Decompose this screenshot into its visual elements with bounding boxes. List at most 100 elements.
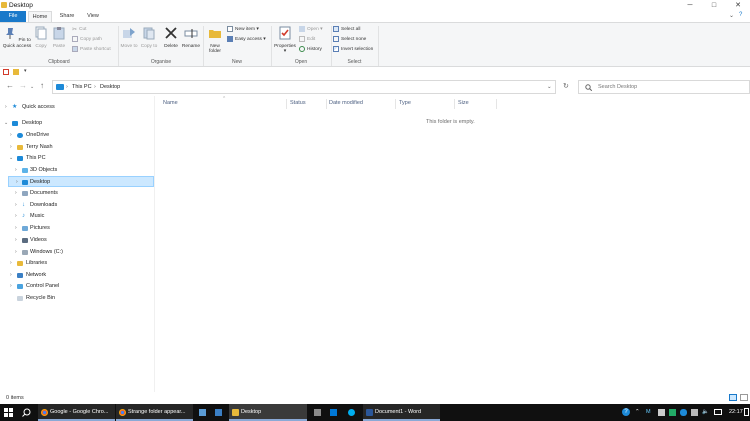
- column-header-name[interactable]: Name: [163, 100, 178, 106]
- nav-item-user[interactable]: › Terry Nash: [0, 142, 155, 153]
- skype-icon[interactable]: [348, 409, 355, 416]
- column-header-date-modified[interactable]: Date modified: [329, 100, 363, 106]
- up-arrow-icon[interactable]: ↑: [40, 81, 44, 90]
- copy-button[interactable]: Copy: [34, 26, 48, 49]
- recent-locations-chevron-icon[interactable]: ⌄: [30, 84, 34, 90]
- large-icons-view-icon[interactable]: [740, 394, 748, 401]
- tab-view[interactable]: View: [82, 11, 104, 22]
- nav-item-videos[interactable]: › Videos: [0, 235, 155, 246]
- move-to-button[interactable]: Move to: [120, 26, 138, 49]
- copy-path-button[interactable]: Copy path: [72, 35, 102, 44]
- keyboard-icon[interactable]: [714, 409, 722, 415]
- chevron-right-icon[interactable]: ›: [10, 281, 12, 292]
- chevron-right-icon[interactable]: ›: [15, 165, 17, 176]
- chevron-right-icon[interactable]: ›: [15, 188, 17, 199]
- open-button[interactable]: Open ▾: [299, 25, 323, 34]
- column-header-status[interactable]: Status: [290, 100, 306, 106]
- column-header-size[interactable]: Size: [458, 100, 469, 106]
- chevron-up-icon[interactable]: ⌃: [635, 409, 640, 415]
- help-icon[interactable]: ?: [739, 12, 742, 18]
- easy-access-button[interactable]: Easy access ▾: [227, 35, 266, 44]
- nav-item-documents[interactable]: › Documents: [0, 188, 155, 199]
- nav-item-recycle-bin[interactable]: Recycle Bin: [0, 293, 155, 304]
- column-header-type[interactable]: Type: [399, 100, 411, 106]
- properties-small-icon[interactable]: [3, 69, 9, 75]
- malwarebytes-icon[interactable]: M: [646, 409, 651, 415]
- chevron-right-icon[interactable]: ›: [15, 223, 17, 234]
- nav-item-windows-c[interactable]: › Windows (C:): [0, 247, 155, 258]
- address-bar[interactable]: › This PC › Desktop ⌄: [52, 80, 556, 94]
- chevron-right-icon[interactable]: ›: [10, 130, 12, 141]
- paste-shortcut-button[interactable]: Paste shortcut: [72, 45, 111, 54]
- chevron-right-icon[interactable]: ›: [10, 270, 12, 281]
- nav-item-desktop-root[interactable]: ⌄ Desktop: [0, 118, 155, 129]
- chevron-right-icon[interactable]: ›: [10, 142, 12, 153]
- nav-item-network[interactable]: › Network: [0, 270, 155, 281]
- nav-item-onedrive[interactable]: › OneDrive: [0, 130, 155, 141]
- help-tray-icon[interactable]: ?: [622, 408, 630, 416]
- column-divider[interactable]: [286, 99, 287, 109]
- mail-tray-icon[interactable]: [658, 409, 665, 416]
- invert-selection-button[interactable]: Invert selection: [333, 45, 373, 54]
- column-divider[interactable]: [395, 99, 396, 109]
- column-divider[interactable]: [326, 99, 327, 109]
- close-button[interactable]: ✕: [728, 0, 748, 11]
- onedrive-tray-icon[interactable]: [680, 409, 687, 416]
- store-icon[interactable]: [330, 409, 337, 416]
- tab-share[interactable]: Share: [54, 11, 80, 22]
- nav-item-this-pc[interactable]: ⌄ This PC: [0, 153, 155, 164]
- nav-item-3d-objects[interactable]: › 3D Objects: [0, 165, 155, 176]
- new-folder-small-icon[interactable]: [13, 69, 19, 75]
- chevron-right-icon[interactable]: ›: [5, 102, 7, 113]
- forward-arrow-icon[interactable]: →: [19, 81, 27, 90]
- windows-start-icon[interactable]: [4, 408, 13, 417]
- nav-item-downloads[interactable]: › ↓ Downloads: [0, 200, 155, 211]
- chevron-right-icon[interactable]: ›: [15, 211, 17, 222]
- maximize-button[interactable]: □: [704, 0, 724, 11]
- tab-file[interactable]: File: [0, 11, 26, 22]
- chevron-down-icon[interactable]: ⌄: [9, 153, 13, 164]
- chevron-right-icon[interactable]: ›: [15, 200, 17, 211]
- search-input[interactable]: Search Desktop: [578, 80, 750, 94]
- taskbar-file-explorer[interactable]: Desktop: [229, 404, 307, 421]
- search-icon[interactable]: [22, 408, 31, 417]
- select-all-button[interactable]: Select all: [333, 25, 360, 34]
- chevron-right-icon[interactable]: ›: [15, 247, 17, 258]
- breadcrumb-desktop[interactable]: Desktop: [100, 84, 120, 90]
- notifications-icon[interactable]: [744, 408, 749, 416]
- chevron-down-icon[interactable]: ⌄: [4, 118, 8, 129]
- taskbar-word[interactable]: Document1 - Word: [363, 404, 440, 421]
- chevron-right-icon[interactable]: ›: [16, 177, 18, 188]
- cut-button[interactable]: ✂ Cut: [72, 25, 87, 34]
- details-view-icon[interactable]: [729, 394, 737, 401]
- minimize-button[interactable]: ─: [680, 0, 700, 11]
- refresh-icon[interactable]: ↻: [563, 82, 569, 90]
- rename-button[interactable]: Rename: [181, 26, 201, 49]
- back-arrow-icon[interactable]: ←: [6, 81, 14, 90]
- nav-item-pictures[interactable]: › Pictures: [0, 223, 155, 234]
- taskbar-chrome[interactable]: Google - Google Chro...: [38, 404, 115, 421]
- address-dropdown-chevron-icon[interactable]: ⌄: [547, 84, 552, 90]
- chevron-right-icon[interactable]: ›: [10, 258, 12, 269]
- breadcrumb-this-pc[interactable]: This PC: [72, 84, 92, 90]
- history-button[interactable]: History: [299, 45, 322, 54]
- properties-button[interactable]: Properties ▾: [273, 26, 297, 55]
- security-tray-icon[interactable]: [669, 409, 676, 416]
- nav-item-libraries[interactable]: › Libraries: [0, 258, 155, 269]
- volume-icon[interactable]: 🔈: [702, 409, 709, 415]
- network-tray-icon[interactable]: [691, 409, 698, 416]
- nav-item-desktop-selected[interactable]: › Desktop: [8, 176, 154, 187]
- new-item-button[interactable]: New item ▾: [227, 25, 259, 34]
- nav-item-music[interactable]: › ♪ Music: [0, 211, 155, 222]
- clock[interactable]: 22:17: [729, 409, 743, 415]
- pin-quick-access-button[interactable]: Pin to Quick access: [2, 26, 32, 49]
- select-none-button[interactable]: Select none: [333, 35, 366, 44]
- expand-ribbon-icon[interactable]: ⌄: [729, 12, 734, 19]
- copy-to-button[interactable]: Copy to: [140, 26, 158, 49]
- chevron-right-icon[interactable]: ›: [15, 235, 17, 246]
- column-divider[interactable]: [496, 99, 497, 109]
- new-folder-button[interactable]: New folder: [205, 26, 225, 55]
- delete-button[interactable]: Delete: [161, 26, 181, 49]
- mail-icon[interactable]: [215, 409, 222, 416]
- nav-item-control-panel[interactable]: › Control Panel: [0, 281, 155, 292]
